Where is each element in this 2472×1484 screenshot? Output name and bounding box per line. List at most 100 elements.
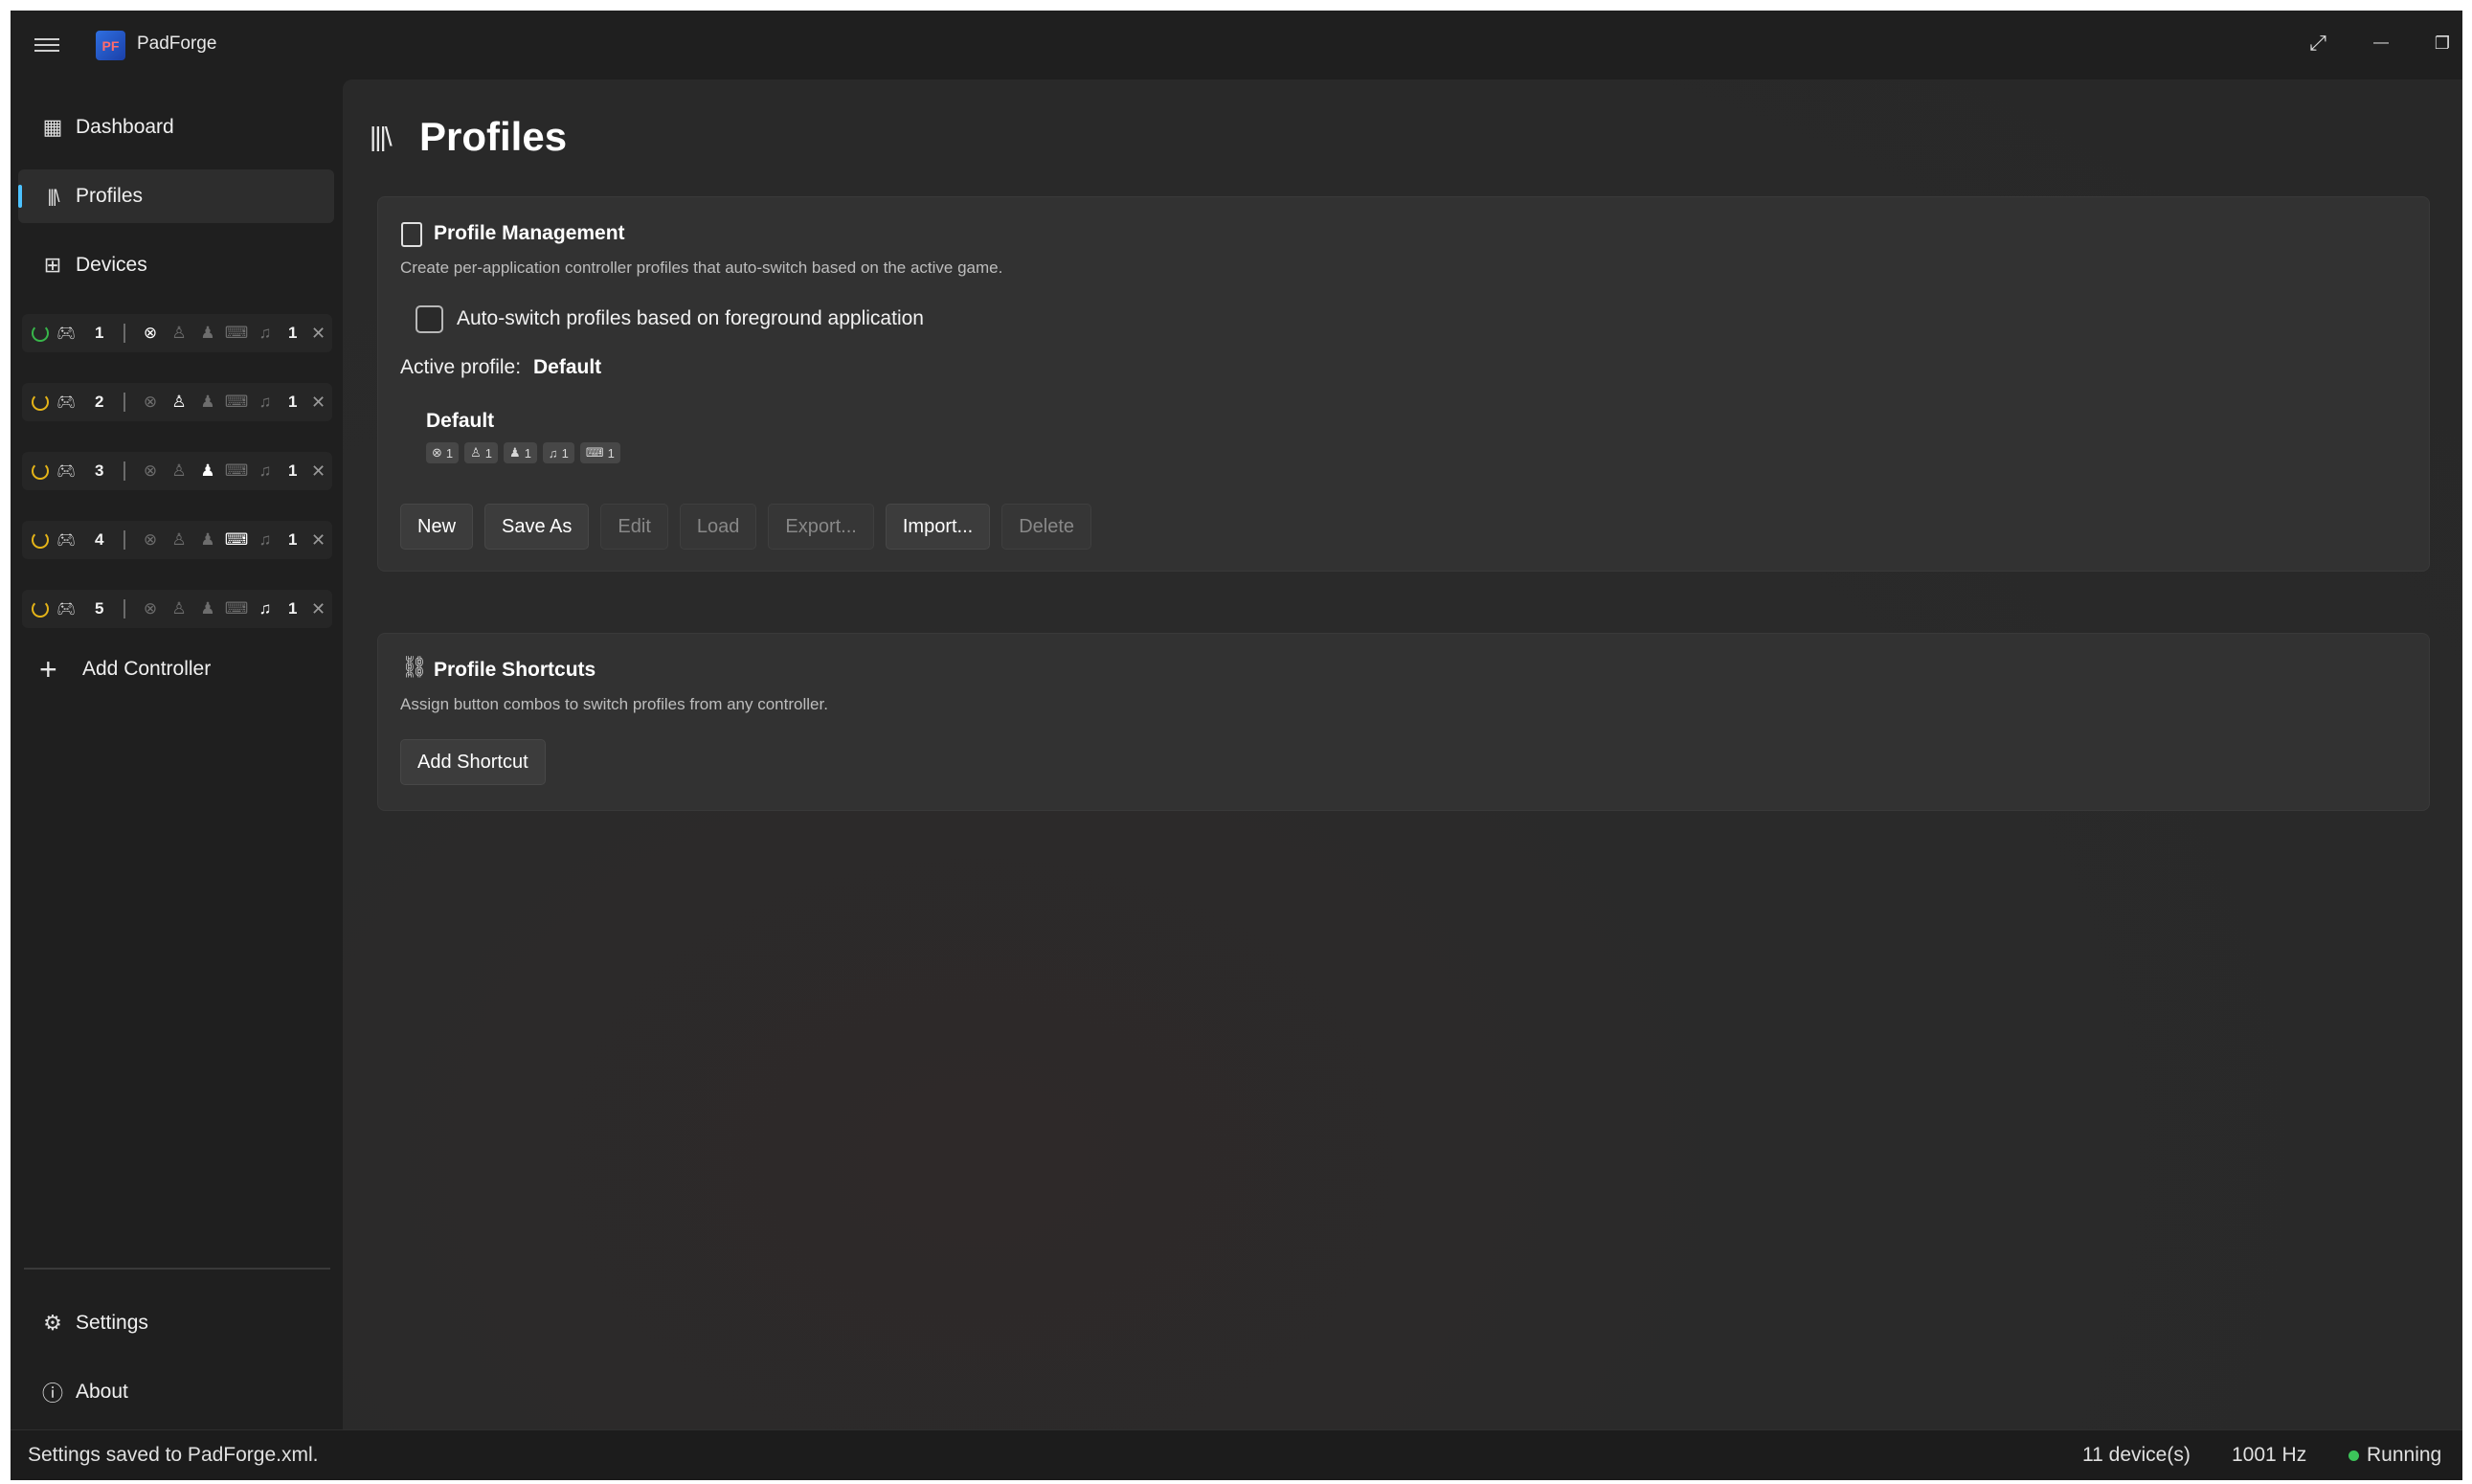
auto-switch-checkbox[interactable] <box>416 305 443 333</box>
active-profile-label: Active profile: <box>400 356 522 378</box>
remove-slot-icon[interactable]: ✕ <box>311 393 326 413</box>
load-button[interactable]: Load <box>679 504 757 550</box>
midi-icon[interactable]: ♫ <box>254 530 277 550</box>
remove-slot-icon[interactable]: ✕ <box>311 461 326 482</box>
controller-slot-3[interactable]: 🎮︎ 3 ⊗ ♙ ♟ ⌨ ♫ 1 ✕ <box>22 452 332 490</box>
keyboard-icon[interactable]: ⌨ <box>225 393 249 412</box>
playstation-icon[interactable]: ♙ <box>168 530 191 550</box>
person-icon[interactable]: ♟ <box>196 461 219 481</box>
app-logo: PF <box>96 31 125 60</box>
sidebar-item-settings[interactable]: ⚙ Settings <box>18 1296 334 1350</box>
power-icon[interactable] <box>32 462 49 480</box>
divider <box>124 393 125 412</box>
keyboard-icon[interactable]: ⌨ <box>225 324 249 343</box>
midi-icon[interactable]: ♫ <box>254 393 277 412</box>
auto-switch-label[interactable]: Auto-switch profiles based on foreground… <box>457 307 924 330</box>
add-shortcut-button[interactable]: Add Shortcut <box>400 739 546 785</box>
divider <box>124 324 125 343</box>
person-icon[interactable]: ♟ <box>196 393 219 412</box>
library-icon: |||\ <box>370 122 393 151</box>
profile-list-item[interactable]: Default <box>426 410 494 433</box>
gamepad-icon: 🎮︎ <box>56 326 77 342</box>
controller-slot-1[interactable]: 🎮︎ 1 ⊗ ♙ ♟ ⌨ ♫ 1 ✕ <box>22 314 332 352</box>
xbox-icon[interactable]: ⊗ <box>139 599 162 618</box>
new-profile-button[interactable]: New <box>400 504 474 550</box>
export-button[interactable]: Export... <box>768 504 874 550</box>
save-as-button[interactable]: Save As <box>484 504 590 550</box>
power-icon[interactable] <box>32 600 49 618</box>
playstation-icon[interactable]: ♙ <box>168 599 191 618</box>
hamburger-menu-icon[interactable] <box>30 32 64 58</box>
playstation-icon[interactable]: ♙ <box>168 324 191 343</box>
midi-icon[interactable]: ♫ <box>254 461 277 481</box>
divider <box>124 530 125 550</box>
power-icon[interactable] <box>32 531 49 549</box>
controller-slot-5[interactable]: 🎮︎ 5 ⊗ ♙ ♟ ⌨ ♫ 1 ✕ <box>22 590 332 628</box>
devices-icon: ⊞ <box>43 253 62 277</box>
selection-indicator <box>18 185 22 208</box>
status-message: Settings saved to PadForge.xml. <box>28 1444 319 1466</box>
link-icon: ⛓ <box>401 655 428 679</box>
sidebar-divider <box>24 1268 330 1270</box>
person-icon[interactable]: ♟ <box>196 599 219 618</box>
minimize-button[interactable]: — <box>2362 26 2400 60</box>
delete-button[interactable]: Delete <box>1001 504 1092 550</box>
sidebar-item-label: Settings <box>76 1312 148 1334</box>
midi-icon: ♫ <box>548 445 558 461</box>
xbox-icon[interactable]: ⊗ <box>139 530 162 550</box>
playstation-icon[interactable]: ♙ <box>168 461 191 481</box>
keyboard-badge: ⌨ 1 <box>579 442 620 463</box>
profile-badges: ⊗ 1 ♙ 1 ♟ 1 ♫ 1 ⌨ 1 <box>426 442 620 463</box>
gamepad-icon: 🎮︎ <box>56 463 77 480</box>
xbox-icon[interactable]: ⊗ <box>139 324 162 343</box>
keyboard-icon[interactable]: ⌨ <box>225 599 249 618</box>
edit-button[interactable]: Edit <box>600 504 668 550</box>
remove-slot-icon[interactable]: ✕ <box>311 599 326 619</box>
playstation-icon[interactable]: ♙ <box>168 393 191 412</box>
remove-slot-icon[interactable]: ✕ <box>311 530 326 551</box>
midi-badge: ♫ 1 <box>542 442 574 463</box>
gear-icon: ⚙ <box>43 1311 62 1335</box>
status-indicator-icon <box>2348 1450 2359 1461</box>
controller-slot-4[interactable]: 🎮︎ 4 ⊗ ♙ ♟ ⌨ ♫ 1 ✕ <box>22 521 332 559</box>
slot-count: 1 <box>288 599 298 618</box>
remove-slot-icon[interactable]: ✕ <box>311 324 326 344</box>
gamepad-icon: 🎮︎ <box>56 532 77 549</box>
keyboard-icon[interactable]: ⌨ <box>225 461 249 481</box>
midi-icon[interactable]: ♫ <box>254 324 277 343</box>
divider <box>124 461 125 481</box>
restore-button[interactable]: ❐ <box>2423 26 2461 60</box>
device-count: 11 device(s) <box>2082 1444 2191 1466</box>
add-controller-label: Add Controller <box>82 658 212 680</box>
person-icon[interactable]: ♟ <box>196 530 219 550</box>
controller-slot-2[interactable]: 🎮︎ 2 ⊗ ♙ ♟ ⌨ ♫ 1 ✕ <box>22 383 332 421</box>
person-badge: ♟ 1 <box>504 442 537 463</box>
engine-state: Running <box>2367 1444 2442 1466</box>
sidebar-item-devices[interactable]: ⊞ Devices <box>18 238 334 292</box>
status-bar: Settings saved to PadForge.xml. 11 devic… <box>11 1429 2462 1480</box>
add-controller-button[interactable]: + Add Controller <box>18 642 334 696</box>
keyboard-icon: ⌨ <box>585 445 604 460</box>
person-icon[interactable]: ♟ <box>196 324 219 343</box>
sidebar-item-dashboard[interactable]: ▦ Dashboard <box>18 101 334 154</box>
power-icon[interactable] <box>32 325 49 342</box>
sidebar-item-label: Dashboard <box>76 116 174 138</box>
sidebar: ▦ Dashboard |||\ Profiles ⊞ Devices 🎮︎ 1… <box>11 79 343 1429</box>
midi-icon[interactable]: ♫ <box>254 599 277 618</box>
divider <box>124 599 125 618</box>
sidebar-item-label: Profiles <box>76 185 144 207</box>
slot-count: 1 <box>288 461 298 480</box>
power-icon[interactable] <box>32 393 49 411</box>
polling-rate: 1001 Hz <box>2232 1444 2307 1466</box>
playstation-icon: ♙ <box>470 445 482 460</box>
plus-icon: + <box>39 651 57 686</box>
keyboard-icon[interactable]: ⌨ <box>225 530 249 550</box>
shortcut-actions: Add Shortcut <box>400 739 546 785</box>
sidebar-item-profiles[interactable]: |||\ Profiles <box>18 169 334 223</box>
import-button[interactable]: Import... <box>885 504 991 550</box>
slot-number: 2 <box>95 393 104 411</box>
sidebar-item-about[interactable]: ⓘ About <box>18 1365 334 1419</box>
xbox-icon[interactable]: ⊗ <box>139 393 162 412</box>
expand-icon[interactable]: ⤢ <box>2299 26 2337 60</box>
xbox-icon[interactable]: ⊗ <box>139 461 162 481</box>
